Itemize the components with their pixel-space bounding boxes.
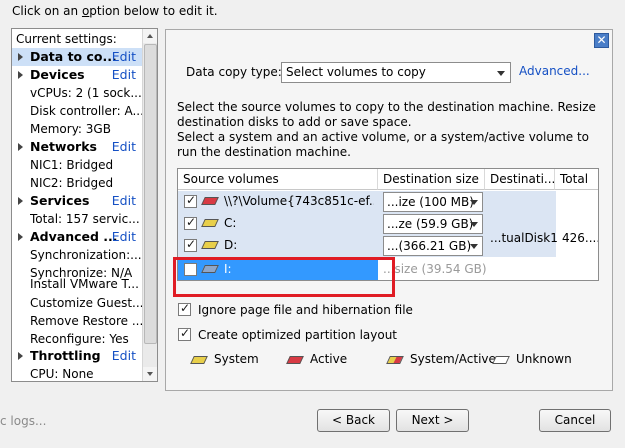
- edit-link[interactable]: Edit: [112, 228, 136, 246]
- unknown-volume-icon: [492, 356, 510, 364]
- section-networks[interactable]: Networks Edit: [12, 138, 142, 156]
- volume-checkbox[interactable]: [184, 193, 197, 208]
- expand-triangle-icon: [18, 143, 23, 151]
- expand-triangle-icon: [18, 197, 23, 205]
- settings-title: Current settings:: [16, 32, 117, 46]
- edit-link[interactable]: Edit: [112, 347, 136, 365]
- section-advanced[interactable]: Advanced ... Edit: [12, 228, 142, 246]
- advanced-link[interactable]: Advanced...: [519, 64, 590, 78]
- destination-size-select[interactable]: ...ize (100 MB): [383, 192, 483, 212]
- edit-link[interactable]: Edit: [112, 66, 136, 84]
- edit-link[interactable]: Edit: [112, 192, 136, 210]
- system-volume-icon: [201, 241, 219, 249]
- settings-scrollbar[interactable]: [142, 29, 157, 381]
- destination-size-select[interactable]: ...(366.21 GB): [383, 236, 483, 256]
- chevron-down-icon: [497, 71, 505, 76]
- scroll-down-icon[interactable]: [143, 367, 157, 381]
- col-source-volumes[interactable]: Source volumes: [178, 169, 378, 190]
- settings-item: Remove Restore ...: [30, 314, 142, 328]
- col-total[interactable]: Total: [555, 169, 598, 190]
- col-destination[interactable]: Destinati...: [485, 169, 555, 190]
- col-destination-size[interactable]: Destination size: [378, 169, 485, 190]
- table-row[interactable]: \\?\Volume{743c851c-ef... ...ize (100 MB…: [178, 191, 556, 213]
- close-icon[interactable]: ✕: [594, 33, 609, 48]
- cancel-button[interactable]: Cancel: [539, 409, 611, 432]
- scroll-up-icon[interactable]: [143, 29, 157, 43]
- section-data-to-copy[interactable]: Data to co... Edit: [12, 48, 142, 66]
- section-services[interactable]: Services Edit: [12, 192, 142, 210]
- chevron-down-icon: [470, 200, 478, 205]
- expand-triangle-icon: [18, 71, 23, 79]
- settings-item: Disk controller: A...: [30, 104, 142, 118]
- settings-item: NIC2: Bridged: [30, 176, 114, 190]
- data-copy-type-select[interactable]: Select volumes to copy: [281, 62, 511, 83]
- next-button[interactable]: Next >: [396, 409, 469, 432]
- data-copy-type-label: Data copy type:: [186, 65, 282, 79]
- logs-link[interactable]: c logs...: [0, 414, 46, 428]
- ignore-page-file-checkbox[interactable]: [178, 301, 191, 316]
- settings-item: Memory: 3GB: [30, 122, 111, 136]
- settings-item: CPU: None: [30, 367, 94, 381]
- active-volume-icon: [201, 197, 219, 205]
- total-value: 426....: [562, 231, 599, 245]
- settings-item: vCPUs: 2 (1 sock...: [30, 86, 142, 100]
- settings-panel: Current settings: Data to co... Edit Dev…: [11, 28, 158, 382]
- destination-disk-value: ...tualDisk1: [490, 231, 558, 245]
- expand-triangle-icon: [18, 233, 23, 241]
- chevron-down-icon: [470, 244, 478, 249]
- description-text: Select the source volumes to copy to the…: [177, 100, 596, 159]
- settings-item: Synchronization:...: [30, 248, 142, 262]
- create-optimized-checkbox[interactable]: [178, 326, 191, 341]
- section-throttling[interactable]: Throttling Edit: [12, 347, 142, 365]
- settings-item: NIC1: Bridged: [30, 158, 114, 172]
- section-devices[interactable]: Devices Edit: [12, 66, 142, 84]
- volume-checkbox[interactable]: [184, 237, 197, 252]
- volume-config-panel: ✕ Data copy type: Select volumes to copy…: [165, 29, 613, 391]
- instruction-text: Click on an option below to edit it.: [12, 4, 218, 18]
- destination-size-select[interactable]: ...ze (59.9 GB): [383, 214, 483, 234]
- highlight-annotation: [173, 257, 395, 297]
- settings-item: Reconfigure: Yes: [30, 332, 129, 346]
- edit-link[interactable]: Edit: [112, 138, 136, 156]
- expand-triangle-icon: [18, 53, 23, 61]
- back-button[interactable]: < Back: [317, 409, 390, 432]
- edit-link[interactable]: Edit: [112, 48, 136, 66]
- expand-triangle-icon: [18, 352, 23, 360]
- system-active-volume-icon: [386, 356, 404, 364]
- destination-size-disabled: ...size (39.54 GB): [383, 262, 487, 276]
- settings-item: Customize Guest...: [30, 296, 142, 310]
- system-volume-icon: [190, 356, 208, 364]
- active-volume-icon: [286, 356, 304, 364]
- system-volume-icon: [201, 219, 219, 227]
- chevron-down-icon: [470, 222, 478, 227]
- settings-item: Install VMware T...: [30, 278, 139, 290]
- settings-item: Total: 157 servic...: [30, 212, 140, 226]
- scrollbar-thumb[interactable]: [144, 44, 157, 344]
- volume-checkbox[interactable]: [184, 215, 197, 230]
